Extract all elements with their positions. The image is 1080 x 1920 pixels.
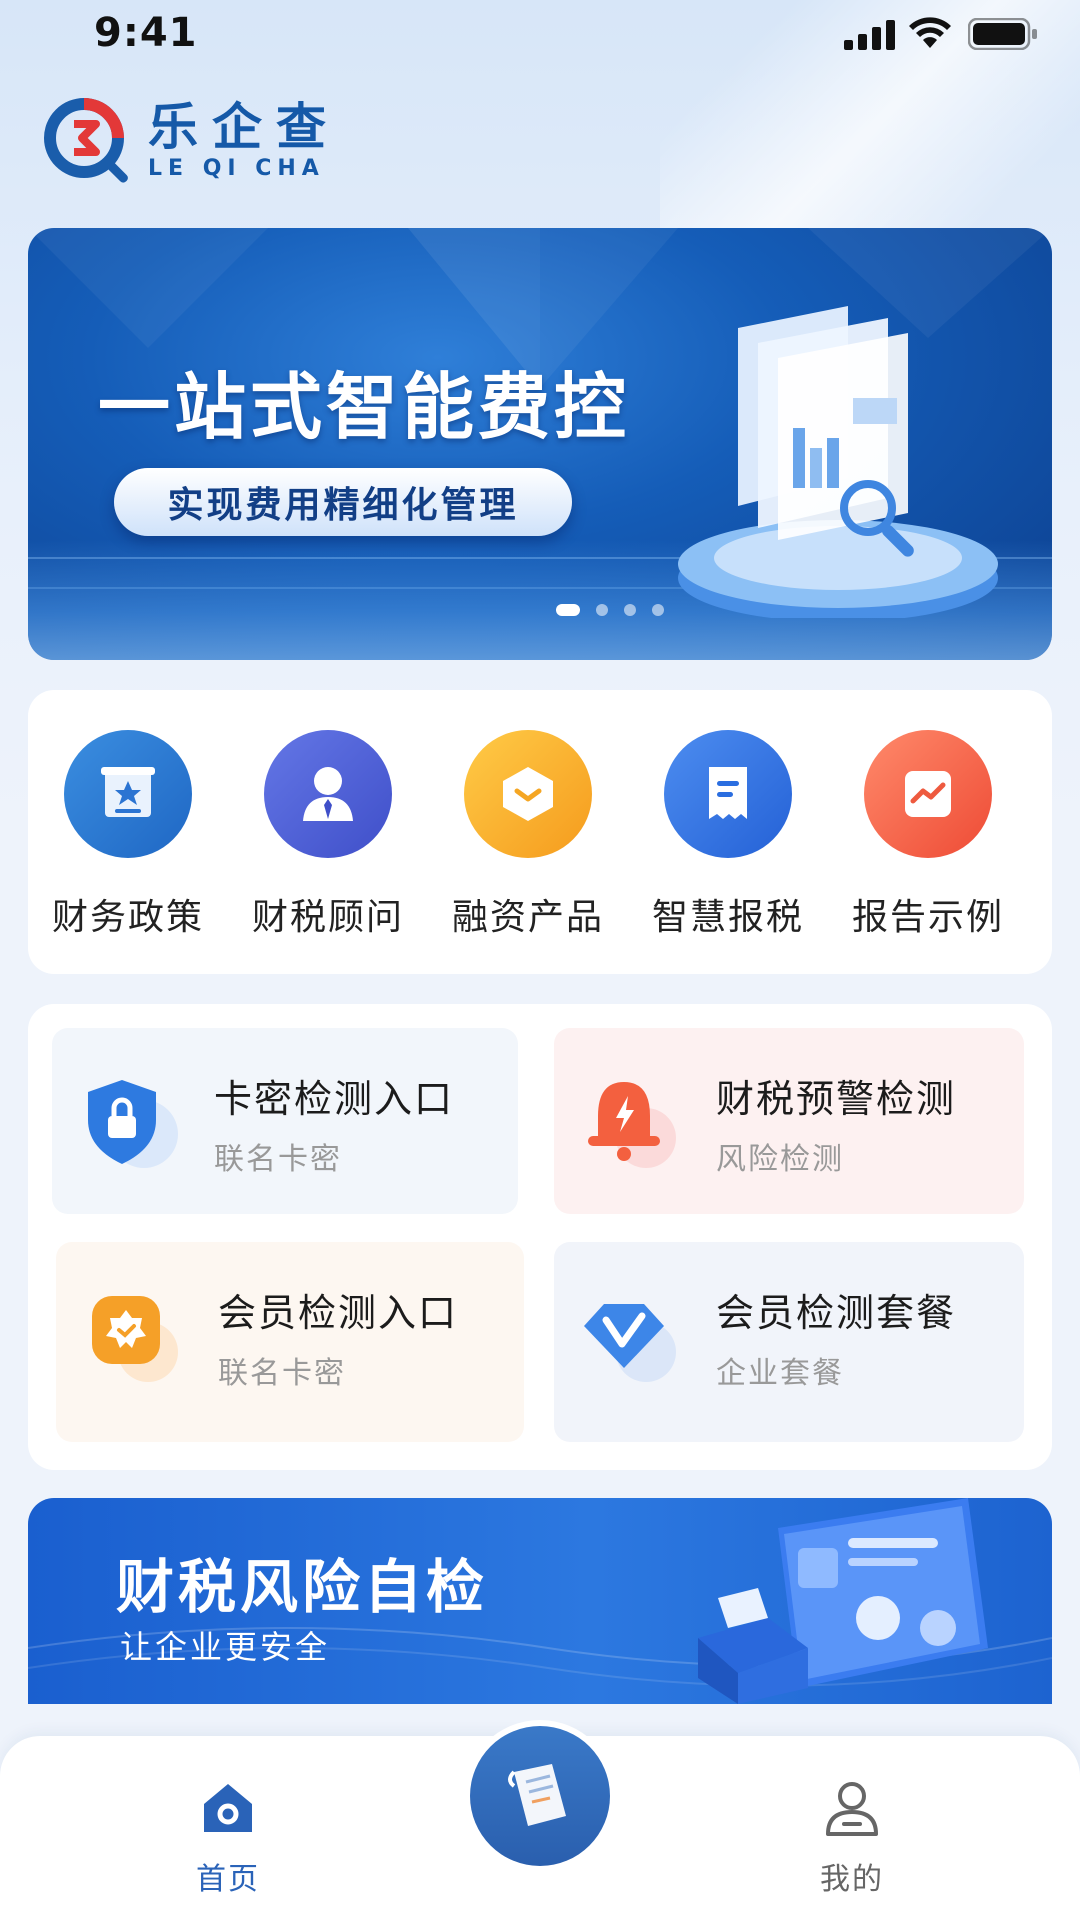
document-scroll-icon [508,1764,566,1826]
analytics-platform-illustration [678,306,998,618]
feature-subtitle: 风险检测 [716,1142,844,1177]
logo-chinese-name: 乐企查 [148,98,340,156]
promo-subtitle: 让企业更安全 [120,1628,331,1666]
tab-home[interactable]: 首页 [148,1776,308,1898]
app-logo: 乐企查 LE QI CHA [42,96,340,186]
user-profile-icon [826,1782,878,1836]
quick-menu-item-tax-consultant[interactable]: 财税顾问 [228,730,428,940]
feature-title: 卡密检测入口 [214,1077,455,1121]
alarm-bell-icon [588,1082,676,1168]
logo-mark-icon [44,98,128,183]
tab-mine[interactable]: 我的 [772,1776,932,1898]
feature-title: 财税预警检测 [716,1077,957,1121]
wifi-icon [909,17,951,48]
cellular-signal-icon [844,20,895,50]
logo-english-name: LE QI CHA [148,156,325,181]
quick-menu-label: 财税顾问 [251,897,404,938]
status-bar: 9:41 [0,0,1080,70]
policy-certificate-icon [64,730,192,858]
feature-subtitle: 联名卡密 [218,1356,346,1391]
tax-risk-selfcheck-banner[interactable]: 财税风险自检 让企业更安全 [28,1498,1052,1704]
carousel-dot[interactable] [624,604,636,616]
carousel-dot[interactable] [652,604,664,616]
quick-menu-item-report-sample[interactable]: 报告示例 [828,730,1028,940]
feature-card-member-detect[interactable]: 会员检测入口 联名卡密 [56,1242,524,1442]
feature-subtitle: 联名卡密 [214,1142,342,1177]
consultant-person-icon [264,730,392,858]
quick-menu-label: 报告示例 [851,897,1004,938]
diamond-vip-icon [584,1304,676,1382]
dashboard-illustration [698,1498,988,1704]
feature-card-tax-warning[interactable]: 财税预警检测 风险检测 [554,1028,1024,1214]
center-scan-button[interactable] [464,1720,616,1872]
feature-card-kami-detect[interactable]: 卡密检测入口 联名卡密 [52,1028,518,1214]
tax-receipt-icon [664,730,792,858]
quick-menu-item-smart-tax[interactable]: 智慧报税 [628,730,828,940]
feature-title: 会员检测套餐 [716,1291,957,1335]
home-icon [204,1784,252,1832]
financing-box-icon [464,730,592,858]
quick-menu-card: 财务政策 财税顾问 融资产品 智慧报税 报告示例 [28,690,1052,974]
feature-entry-card: 卡密检测入口 联名卡密 财税预警检测 风险检测 会员检测入口 联名卡密 会员检测… [28,1004,1052,1470]
quick-menu-label: 融资产品 [451,897,604,938]
promo-carousel[interactable]: 一站式智能费控 实现费用精细化管理 [28,228,1052,660]
carousel-dot[interactable] [556,604,580,616]
quick-menu-label: 智慧报税 [651,897,804,938]
lock-shield-icon [88,1080,178,1168]
quick-menu-item-finance-policy[interactable]: 财务政策 [28,730,228,940]
promo-title: 财税风险自检 [116,1553,489,1621]
feature-subtitle: 企业套餐 [716,1356,844,1391]
quick-menu-item-financing-products[interactable]: 融资产品 [428,730,628,940]
carousel-indicator [28,604,1052,616]
quick-menu-label: 财务政策 [51,897,204,938]
tab-mine-label: 我的 [820,1862,884,1897]
report-chart-icon [864,730,992,858]
banner-title: 一站式智能费控 [98,365,631,449]
banner-subtitle-pill: 实现费用精细化管理 [114,468,572,536]
center-button-circle [470,1726,610,1866]
battery-icon [968,18,1037,50]
feature-card-member-package[interactable]: 会员检测套餐 企业套餐 [554,1242,1024,1442]
tab-home-label: 首页 [196,1862,260,1897]
status-time: 9:41 [94,10,198,56]
member-badge-icon [92,1296,178,1382]
carousel-dot[interactable] [596,604,608,616]
feature-title: 会员检测入口 [218,1291,459,1335]
